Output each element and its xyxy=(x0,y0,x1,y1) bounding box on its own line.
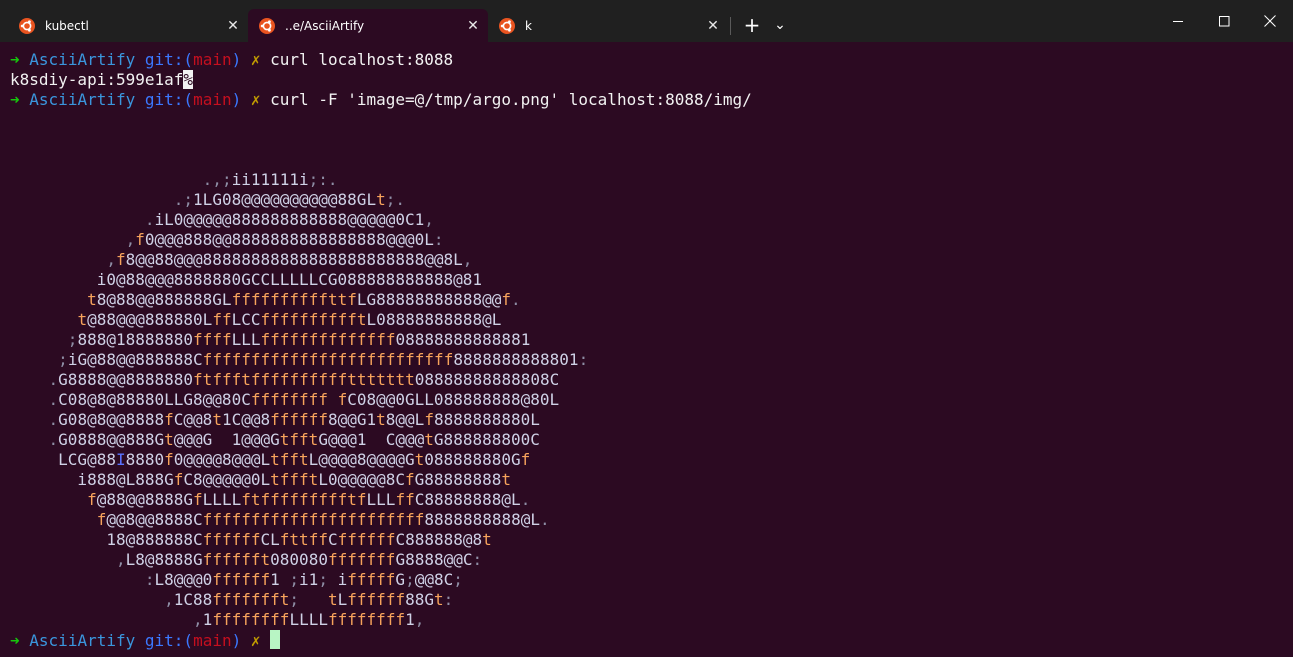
tab-kubectl[interactable]: kubectl ✕ xyxy=(8,9,248,42)
close-tab-icon[interactable]: ✕ xyxy=(458,18,488,34)
prompt-git-label: git:( xyxy=(144,90,194,109)
ascii-art-line: LCG@88I8880f0@@@@8@@@LtfftL@@@@8@@@@Gt08… xyxy=(10,450,531,469)
ascii-art-line: 18@888888CffffffCLfttffCffffffC888888@8t xyxy=(10,530,492,549)
minimize-icon xyxy=(1172,20,1183,22)
command-text: curl -F 'image=@/tmp/argo.png' localhost… xyxy=(270,90,752,109)
ascii-art-line: .,;ii11111i;:. xyxy=(202,170,338,189)
ascii-art-line: .iL0@@@@@888888888888@@@@@0C1, xyxy=(144,210,434,229)
prompt-dirty-marker: ✗ xyxy=(250,90,261,109)
tab-label: kubectl xyxy=(45,18,89,33)
close-tab-icon[interactable]: ✕ xyxy=(218,18,248,34)
close-tab-icon[interactable]: ✕ xyxy=(698,18,728,34)
command-text: curl localhost:8088 xyxy=(270,50,454,69)
prompt-branch: main xyxy=(193,90,232,109)
tab-label: ..e/AsciiArtify xyxy=(285,18,365,33)
terminal-pane[interactable]: ➜ AsciiArtify git:(main) ✗ curl localhos… xyxy=(0,42,1293,657)
output-end-marker: % xyxy=(183,70,194,89)
minimize-button[interactable] xyxy=(1155,0,1201,42)
ascii-art-line: ,1ffffffffLLLLffffffff1, xyxy=(193,610,425,629)
ascii-art-line: .G0888@@888Gt@@@G 1@@@GtfftG@@@1 C@@@tG8… xyxy=(48,430,540,449)
ascii-art-output: .,;ii11111i;:. .;1LG08@@@@@@@@@@88GLt;. … xyxy=(10,170,589,630)
ascii-art-line: ,f8@@88@@@88888888888888888888888@@8L, xyxy=(106,250,473,269)
ascii-art-line: ,L8@8888Gfffffft080080fffffffG8888@@C: xyxy=(115,550,483,569)
ascii-art-line: ,f0@@@888@@8888888888888888@@@0L: xyxy=(125,230,444,249)
prompt-line-current: ➜ AsciiArtify git:(main) ✗ xyxy=(10,630,281,650)
tab-label: k xyxy=(525,18,532,33)
close-icon xyxy=(1264,15,1276,27)
ascii-art-line: i888@L888GfC8@@@@@0LtffftL0@@@@@8CfG8888… xyxy=(10,470,511,489)
ascii-art-line: i0@88@@@8888880GCCLLLLLCG088888888888@81 xyxy=(10,270,483,289)
maximize-button[interactable] xyxy=(1201,0,1247,42)
prompt-directory: AsciiArtify xyxy=(29,631,136,650)
ascii-art-line: .G8888@@8888880ftffftffffffffffttttttt08… xyxy=(48,370,560,389)
ascii-art-line: t8@88@@888888GLffffffffffttfLG8888888888… xyxy=(87,290,521,309)
ascii-art-line: .C08@8@88880LLG8@@80Cffffffff fC08@@0GLL… xyxy=(48,390,560,409)
ascii-art-line: :L8@@@0ffffff1 ;i1; ifffffG;@@8C; xyxy=(144,570,463,589)
prompt-line: ➜ AsciiArtify git:(main) ✗ curl -F 'imag… xyxy=(10,90,752,110)
ubuntu-icon xyxy=(259,17,275,34)
output-text: k8sdiy-api:599e1af xyxy=(10,70,184,89)
prompt-branch: main xyxy=(193,631,232,650)
prompt-arrow: ➜ xyxy=(10,90,20,109)
prompt-git-close: ) xyxy=(231,50,242,69)
ubuntu-icon xyxy=(499,17,515,34)
prompt-arrow: ➜ xyxy=(10,50,20,69)
prompt-dirty-marker: ✗ xyxy=(250,631,261,650)
prompt-line: ➜ AsciiArtify git:(main) ✗ curl localhos… xyxy=(10,50,453,70)
prompt-git-close: ) xyxy=(231,631,242,650)
prompt-git-label: git:( xyxy=(144,631,194,650)
close-window-button[interactable] xyxy=(1247,0,1293,42)
prompt-git-label: git:( xyxy=(144,50,194,69)
ascii-art-line: ;888@18888880ffffLLLffffffffffffff088888… xyxy=(67,330,531,349)
ascii-art-line: f@88@@8888GfLLLLftffffffffftfLLLffC88888… xyxy=(87,490,531,509)
maximize-icon xyxy=(1218,15,1229,26)
ascii-art-line: ;iG@88@@888888Cfffffffffffffffffffffffff… xyxy=(58,350,589,369)
tab-k[interactable]: k ✕ xyxy=(488,9,728,42)
prompt-dirty-marker: ✗ xyxy=(250,50,261,69)
ascii-art-line: ,1C88ffffffft; tLffffff88Gt: xyxy=(164,590,454,609)
title-bar: kubectl ✕ ..e/AsciiArtify ✕ k ✕ + ⌄ xyxy=(0,0,1293,42)
ascii-art-line: t@88@@@888880LffLCCfffffffffftL088888888… xyxy=(77,310,502,329)
command-output: k8sdiy-api:599e1af% xyxy=(10,70,194,90)
prompt-arrow: ➜ xyxy=(10,631,20,650)
ascii-art-line: f@@8@@8888Cfffffffffffffffffffffff888888… xyxy=(96,510,550,529)
prompt-branch: main xyxy=(193,50,232,69)
prompt-directory: AsciiArtify xyxy=(29,90,136,109)
ubuntu-icon xyxy=(19,17,35,34)
tab-divider xyxy=(730,17,731,35)
prompt-git-close: ) xyxy=(231,90,242,109)
tab-asciiartify[interactable]: ..e/AsciiArtify ✕ xyxy=(248,9,488,42)
ascii-art-line: .;1LG08@@@@@@@@@@88GLt;. xyxy=(173,190,405,209)
text-cursor xyxy=(270,630,281,649)
new-tab-button[interactable]: + xyxy=(738,9,766,41)
ascii-art-line: .G08@8@@8888fC@@8t1C@@8ffffff8@@G1t8@@Lf… xyxy=(48,410,540,429)
tab-dropdown-button[interactable]: ⌄ xyxy=(768,9,792,41)
prompt-directory: AsciiArtify xyxy=(29,50,136,69)
